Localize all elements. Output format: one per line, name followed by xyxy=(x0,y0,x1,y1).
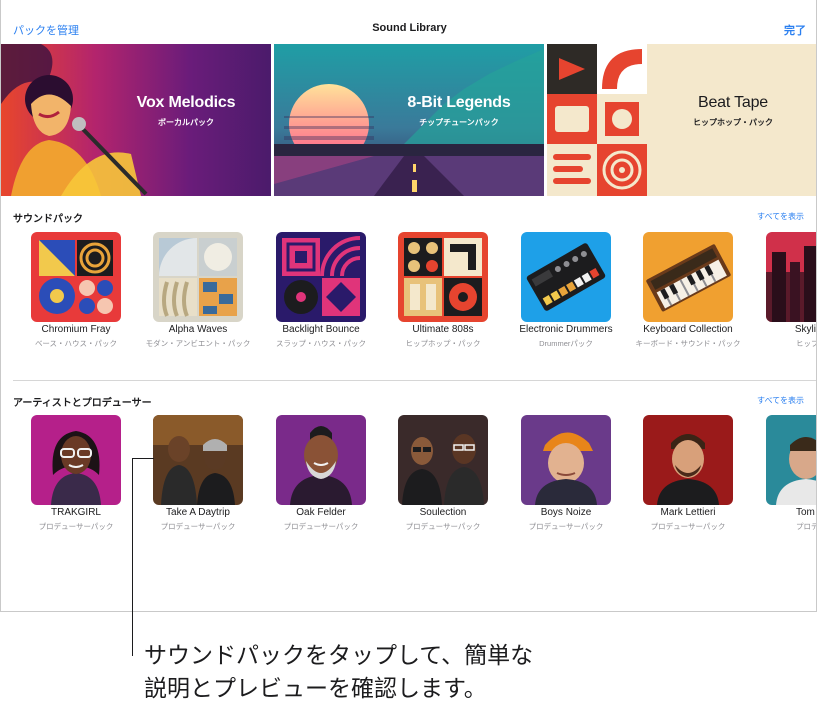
artist-subtitle: プロデュ xyxy=(796,522,816,531)
pack-subtitle: ヒップホ xyxy=(796,339,816,348)
trakgirl-photo xyxy=(31,415,121,505)
take-a-daytrip-photo xyxy=(153,415,243,505)
artist-subtitle: プロデューサーパック xyxy=(38,522,114,531)
alpha-waves-artwork xyxy=(153,232,243,322)
pack-name: Chromium Fray xyxy=(41,324,111,335)
artist-subtitle: プロデューサーパック xyxy=(650,522,726,531)
electronic-drummers-artwork xyxy=(521,232,611,322)
artist-name: Take A Daytrip xyxy=(166,507,230,518)
skyline-artwork xyxy=(766,232,816,322)
artist-name: Soulection xyxy=(419,507,467,518)
pack-subtitle: ベース・ハウス・パック xyxy=(34,339,118,348)
keyboard-collection-artwork xyxy=(643,232,733,322)
boys-noize-photo xyxy=(521,415,611,505)
ultimate-808s-artwork xyxy=(398,232,488,322)
oak-felder-photo xyxy=(276,415,366,505)
artist-subtitle: プロデューサーパック xyxy=(160,522,236,531)
banner-beat-tape[interactable]: Beat Tape ヒップホップ・パック xyxy=(547,44,816,196)
artist-name: Oak Felder xyxy=(296,507,346,518)
artist-subtitle: プロデューサーパック xyxy=(283,522,359,531)
sound-packs-row: Chromium Fray ベース・ハウス・パック Alpha Waves モダ… xyxy=(1,232,816,362)
pack-name: Keyboard Collection xyxy=(643,324,733,335)
artist-name: Tom M xyxy=(796,507,816,518)
artists-row: TRAKGIRL プロデューサーパック Take A Daytrip プロデュー… xyxy=(1,415,816,545)
callout-line-1: サウンドパックをタップして、簡単な xyxy=(144,643,534,669)
artist-name: TRAKGIRL xyxy=(50,507,101,518)
artist-name: Mark Lettieri xyxy=(660,507,716,518)
backlight-bounce-artwork xyxy=(276,232,366,322)
sound-packs-header: サウンドパック xyxy=(13,214,83,225)
pack-name: Skyline xyxy=(794,324,816,335)
pack-name: Backlight Bounce xyxy=(282,324,360,335)
soulection-photo xyxy=(398,415,488,505)
artist-subtitle: プロデューサーパック xyxy=(405,522,481,531)
tom-m-photo xyxy=(766,415,816,505)
artist-name: Boys Noize xyxy=(540,507,592,518)
banner-title: 8-Bit Legends xyxy=(407,94,511,111)
done-button[interactable]: 完了 xyxy=(784,22,806,38)
artists-see-all-link[interactable]: すべてを表示 xyxy=(757,395,804,406)
sound-library-window: パックを管理 Sound Library 完了 Vox Melodics ボーカ… xyxy=(0,0,817,612)
banner-subtitle: ボーカルパック xyxy=(158,118,214,127)
banner-vox-melodics-text: Vox Melodics ボーカルパック xyxy=(116,94,256,128)
banner-8bit-legends[interactable]: 8-Bit Legends チップチューンパック xyxy=(274,44,544,196)
callout-leader-tick xyxy=(132,458,154,459)
callout-text: サウンドパックをタップして、簡単な 説明とプレビューを確認します。 xyxy=(144,640,533,706)
banner-beat-tape-text: Beat Tape ヒップホップ・パック xyxy=(663,94,803,128)
sound-packs-see-all-link[interactable]: すべてを表示 xyxy=(757,211,804,222)
banner-vox-melodics[interactable]: Vox Melodics ボーカルパック xyxy=(1,44,271,196)
page-title: Sound Library xyxy=(372,22,447,34)
pack-name: Alpha Waves xyxy=(168,324,228,335)
artist-subtitle: プロデューサーパック xyxy=(528,522,604,531)
pack-subtitle: スラップ・ハウス・パック xyxy=(276,339,366,348)
artists-header: アーティストとプロデューサー xyxy=(13,398,152,409)
navigation-bar: パックを管理 Sound Library 完了 xyxy=(1,0,816,44)
chromium-fray-artwork xyxy=(31,232,121,322)
section-divider xyxy=(13,380,816,381)
pack-subtitle: Drummerパック xyxy=(539,339,593,348)
banner-title: Vox Melodics xyxy=(136,94,236,111)
banner-subtitle: チップチューンパック xyxy=(419,118,499,127)
callout-line-2: 説明とプレビューを確認します。 xyxy=(144,676,487,702)
pack-name: Ultimate 808s xyxy=(412,324,474,335)
pack-name: Electronic Drummers xyxy=(519,324,613,335)
callout-leader-line xyxy=(132,458,133,656)
pack-subtitle: モダン・アンビエント・パック xyxy=(145,339,251,348)
banner-subtitle: ヒップホップ・パック xyxy=(693,118,773,127)
banner-8bit-legends-text: 8-Bit Legends チップチューンパック xyxy=(389,94,529,128)
banner-title: Beat Tape xyxy=(698,94,768,111)
mark-lettieri-photo xyxy=(643,415,733,505)
pack-subtitle: キーボード・サウンド・パック xyxy=(635,339,741,348)
pack-subtitle: ヒップホップ・パック xyxy=(405,339,481,348)
